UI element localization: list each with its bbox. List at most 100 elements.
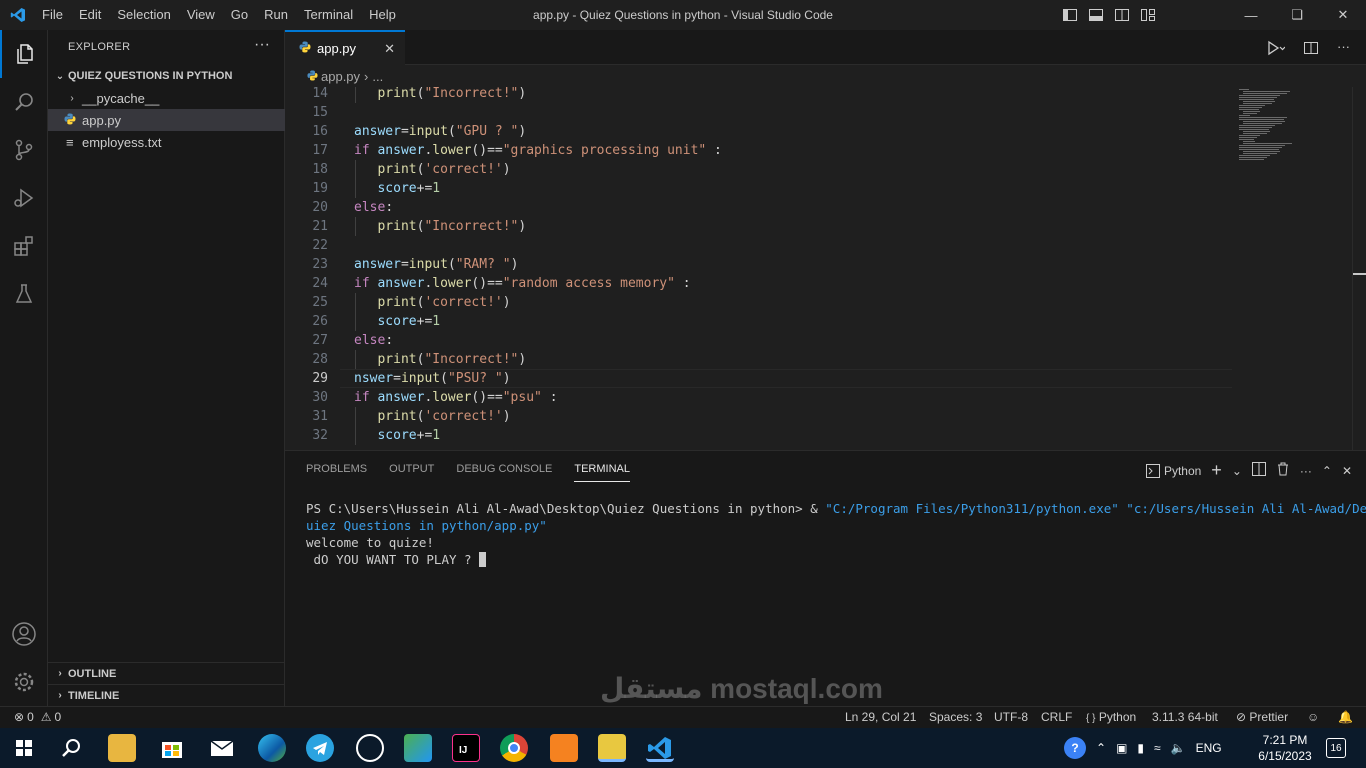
menu-item-file[interactable]: File <box>34 0 71 30</box>
code-line[interactable]: 29 nswer=input("PSU? ") <box>285 369 1235 388</box>
tab-terminal[interactable]: TERMINAL <box>574 457 630 482</box>
code-line[interactable]: 17 if answer.lower()=="graphics processin… <box>285 141 1235 160</box>
language-indicator[interactable]: ENG <box>1196 741 1222 755</box>
kill-terminal-icon[interactable] <box>1276 462 1290 479</box>
extensions-icon[interactable] <box>0 222 48 270</box>
code-line[interactable]: 32 score+=1 <box>285 426 1235 445</box>
explorer-icon[interactable] <box>0 30 48 78</box>
tab-debug-console[interactable]: DEBUG CONSOLE <box>456 463 552 475</box>
code-line[interactable]: 28 print("Incorrect!") <box>285 350 1235 369</box>
file-explorer-icon[interactable] <box>108 734 136 762</box>
code-line[interactable]: 14 print("Incorrect!") <box>285 87 1235 103</box>
terminal-profile[interactable]: Python <box>1145 463 1201 478</box>
chevron-down-icon[interactable]: ⌄ <box>1232 464 1242 478</box>
toggle-primary-sidebar-icon[interactable] <box>1062 7 1078 23</box>
timeline-section[interactable]: › TIMELINE <box>48 684 285 706</box>
telegram-icon[interactable] <box>306 734 334 762</box>
code-line[interactable]: 26 score+=1 <box>285 312 1235 331</box>
more-actions-icon[interactable]: ··· <box>1300 464 1312 478</box>
clock[interactable]: 7:21 PM 6/15/2023 <box>1254 728 1316 768</box>
chrome-icon[interactable] <box>500 734 528 762</box>
edge-browser-icon[interactable] <box>258 734 286 762</box>
maximize-panel-icon[interactable]: ⌃ <box>1322 464 1332 478</box>
line-ending[interactable]: CRLF <box>1041 710 1072 724</box>
new-terminal-icon[interactable]: + <box>1211 460 1222 481</box>
problems-status[interactable]: ⊗ 0 ⚠ 0 <box>14 710 61 724</box>
code-line[interactable]: 19 score+=1 <box>285 179 1235 198</box>
code-line[interactable]: 23 answer=input("RAM? ") <box>285 255 1235 274</box>
manage-gear-icon[interactable] <box>0 658 48 706</box>
tab-output[interactable]: OUTPUT <box>389 463 434 475</box>
mail-icon[interactable] <box>208 734 236 762</box>
vscode-taskbar-icon[interactable] <box>646 734 674 762</box>
breadcrumb-file[interactable]: app.py <box>321 69 360 84</box>
notifications-bell-icon[interactable]: 🔔 <box>1338 710 1353 724</box>
customize-layout-icon[interactable] <box>1140 7 1156 23</box>
feedback-icon[interactable]: ☺ <box>1307 710 1319 724</box>
restore-icon[interactable]: ❏ <box>1274 0 1320 30</box>
menu-item-go[interactable]: Go <box>223 0 256 30</box>
tree-item-pycache[interactable]: › __pycache__ <box>48 87 285 109</box>
code-line[interactable]: 20 else: <box>285 198 1235 217</box>
code-line[interactable]: 31 print('correct!') <box>285 407 1235 426</box>
tree-item-employess-txt[interactable]: ≡ employess.txt <box>48 131 285 153</box>
code-line[interactable]: 24 if answer.lower()=="random access memo… <box>285 274 1235 293</box>
battery-icon[interactable]: ▮ <box>1137 741 1144 755</box>
workspace-folder[interactable]: ⌄ QUIEZ QUESTIONS IN PYTHON <box>48 65 285 87</box>
microsoft-store-icon[interactable] <box>158 734 186 762</box>
toggle-panel-icon[interactable] <box>1088 7 1104 23</box>
minimize-icon[interactable]: — <box>1228 0 1274 30</box>
code-line[interactable]: 18 print('correct!') <box>285 160 1235 179</box>
close-panel-icon[interactable]: ✕ <box>1342 464 1352 478</box>
prettier-status[interactable]: ⊘ Prettier <box>1236 710 1288 724</box>
split-editor-icon[interactable] <box>1303 40 1319 59</box>
code-line[interactable]: 15 <box>285 103 1235 122</box>
menu-item-edit[interactable]: Edit <box>71 0 109 30</box>
pdf-app-icon[interactable] <box>550 734 578 762</box>
code-line[interactable]: 21 print("Incorrect!") <box>285 217 1235 236</box>
camera-icon[interactable]: ▣ <box>1116 741 1127 755</box>
windows-start-icon[interactable] <box>10 734 38 762</box>
language-mode[interactable]: { } Python <box>1086 710 1136 724</box>
breadcrumb-symbols[interactable]: ... <box>372 69 383 84</box>
accounts-icon[interactable] <box>0 610 48 658</box>
editor-scrollbar[interactable] <box>1352 87 1366 450</box>
tab-problems[interactable]: PROBLEMS <box>306 463 367 475</box>
run-python-file-icon[interactable] <box>1267 40 1286 59</box>
jetbrains-icon[interactable]: IJ <box>452 734 480 762</box>
minimap[interactable] <box>1237 87 1317 450</box>
tab-app-py[interactable]: app.py ✕ <box>285 30 405 65</box>
code-editor[interactable]: 14 print("Incorrect!") 15 16 answer=input("… <box>285 87 1366 450</box>
terminal-line[interactable]: dO YOU WANT TO PLAY ? <box>306 551 487 568</box>
search-icon[interactable] <box>0 78 48 126</box>
whatsapp-icon[interactable] <box>356 734 384 762</box>
search-icon[interactable] <box>58 734 86 762</box>
more-actions-icon[interactable]: ··· <box>254 36 270 54</box>
close-window-icon[interactable]: ✕ <box>1320 0 1366 30</box>
split-terminal-icon[interactable] <box>1251 462 1266 479</box>
indentation[interactable]: Spaces: 3 <box>929 710 982 724</box>
code-line[interactable]: 16 answer=input("GPU ? ") <box>285 122 1235 141</box>
run-debug-icon[interactable] <box>0 174 48 222</box>
menu-item-terminal[interactable]: Terminal <box>296 0 361 30</box>
cursor-position[interactable]: Ln 29, Col 21 <box>845 710 916 724</box>
python-idle-icon[interactable] <box>598 734 626 762</box>
source-control-icon[interactable] <box>0 126 48 174</box>
close-tab-icon[interactable]: ✕ <box>384 41 395 57</box>
chevron-up-icon[interactable]: ⌃ <box>1096 741 1106 755</box>
wifi-icon[interactable]: ≈ <box>1154 741 1161 755</box>
encoding[interactable]: UTF-8 <box>994 710 1028 724</box>
menu-item-run[interactable]: Run <box>256 0 296 30</box>
code-line[interactable]: 22 <box>285 236 1235 255</box>
code-line[interactable]: 30 if answer.lower()=="psu" : <box>285 388 1235 407</box>
help-icon[interactable]: ? <box>1064 737 1086 759</box>
tree-item-app-py[interactable]: app.py <box>48 109 285 131</box>
code-line[interactable]: 27 else: <box>285 331 1235 350</box>
menu-item-view[interactable]: View <box>179 0 223 30</box>
menu-item-help[interactable]: Help <box>361 0 404 30</box>
outline-section[interactable]: › OUTLINE <box>48 662 285 684</box>
testing-icon[interactable] <box>0 270 48 318</box>
more-actions-icon[interactable]: ··· <box>1337 40 1350 59</box>
toggle-secondary-sidebar-icon[interactable] <box>1114 7 1130 23</box>
notification-center[interactable]: 16 <box>1326 728 1346 768</box>
